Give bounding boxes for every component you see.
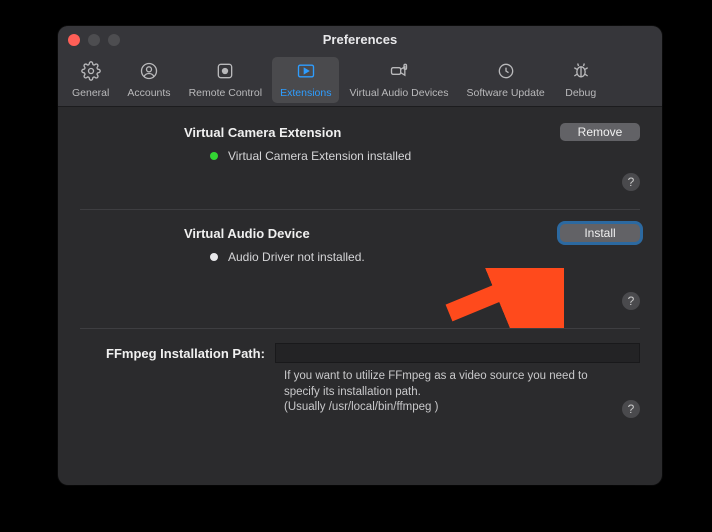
tab-label: Remote Control (189, 87, 263, 99)
status-dot-icon (210, 152, 218, 160)
camera-status-text: Virtual Camera Extension installed (228, 149, 411, 163)
help-button[interactable]: ? (622, 173, 640, 191)
tab-remote-control[interactable]: Remote Control (181, 57, 271, 103)
tab-extensions[interactable]: Extensions (272, 57, 339, 103)
titlebar: Preferences (58, 26, 662, 53)
tab-debug[interactable]: Debug (555, 57, 607, 103)
zoom-icon[interactable] (108, 34, 120, 46)
ffmpeg-note-1: If you want to utilize FFmpeg as a video… (284, 370, 588, 398)
remove-button[interactable]: Remove (560, 123, 640, 141)
window-controls (68, 34, 120, 46)
ffmpeg-path-input[interactable] (275, 343, 640, 363)
camera-mic-icon (389, 61, 409, 84)
tab-virtual-audio-devices[interactable]: Virtual Audio Devices (341, 57, 456, 103)
section-title: Virtual Camera Extension (184, 125, 341, 140)
section-virtual-audio: Virtual Audio Device Install Audio Drive… (80, 224, 640, 329)
bug-icon (571, 61, 591, 84)
tab-label: Virtual Audio Devices (349, 87, 448, 99)
content-area: Virtual Camera Extension Remove Virtual … (58, 107, 662, 485)
tab-software-update[interactable]: Software Update (459, 57, 553, 103)
section-title: Virtual Audio Device (184, 226, 310, 241)
help-button[interactable]: ? (622, 400, 640, 418)
play-icon (296, 61, 316, 84)
tab-label: Debug (565, 87, 596, 99)
tab-label: Software Update (467, 87, 545, 99)
tab-label: General (72, 87, 109, 99)
minimize-icon[interactable] (88, 34, 100, 46)
tab-general[interactable]: General (64, 57, 117, 103)
tab-label: Accounts (127, 87, 170, 99)
audio-status-text: Audio Driver not installed. (228, 250, 365, 264)
status-dot-icon (210, 253, 218, 261)
preferences-window: Preferences General Accounts Remote Cont… (58, 26, 662, 485)
gear-icon (81, 61, 101, 84)
section-virtual-camera: Virtual Camera Extension Remove Virtual … (80, 123, 640, 210)
tab-label: Extensions (280, 87, 331, 99)
update-icon (496, 61, 516, 84)
section-ffmpeg: FFmpeg Installation Path: If you want to… (80, 343, 640, 428)
remote-icon (215, 61, 235, 84)
ffmpeg-label: FFmpeg Installation Path: (106, 346, 265, 361)
user-icon (139, 61, 159, 84)
preferences-toolbar: General Accounts Remote Control Extensio… (58, 53, 662, 107)
window-title: Preferences (58, 32, 662, 47)
install-button[interactable]: Install (560, 224, 640, 242)
help-button[interactable]: ? (622, 292, 640, 310)
ffmpeg-note-2: (Usually /usr/local/bin/ffmpeg ) (284, 401, 438, 413)
tab-accounts[interactable]: Accounts (119, 57, 178, 103)
close-icon[interactable] (68, 34, 80, 46)
